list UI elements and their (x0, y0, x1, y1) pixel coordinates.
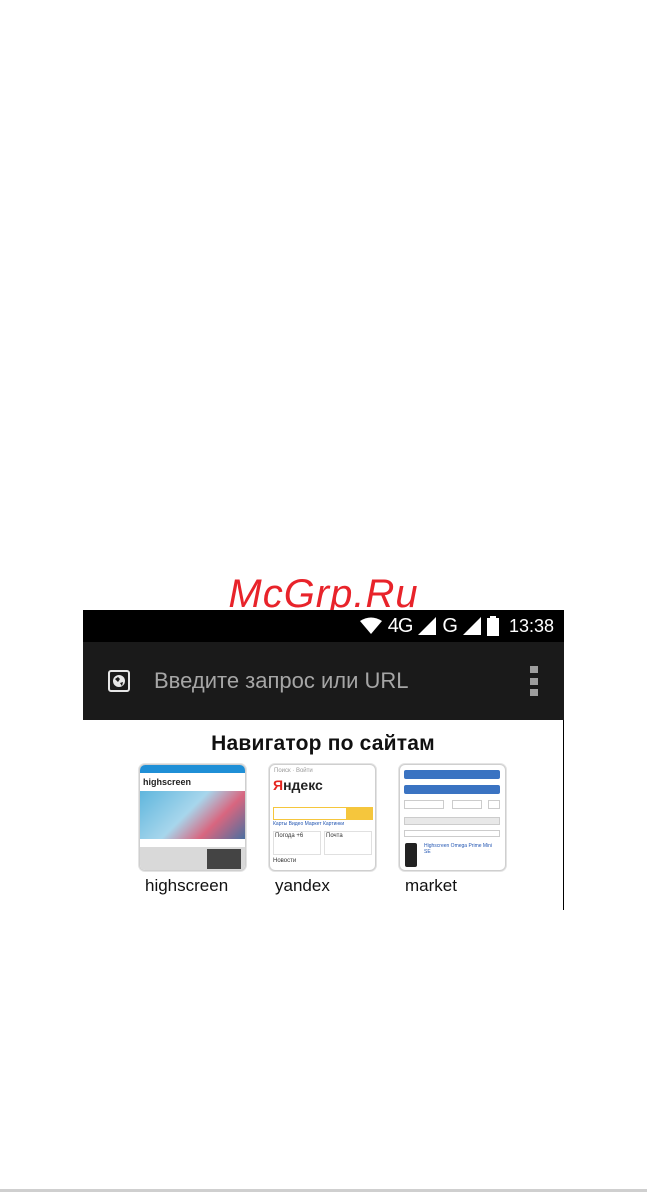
site-tiles: highscreen highscreen Поиск · Войти Янде… (139, 764, 529, 896)
battery-icon (486, 616, 499, 636)
thumbnail-logo: highscreen (143, 777, 192, 787)
thumbnail-news: Новости (273, 858, 297, 864)
signal-icon (418, 617, 437, 635)
navigator-panel: Навигатор по сайтам highscreen highscree… (83, 720, 564, 910)
site-tile-market[interactable]: Highscreen Omega Prime Mini SE market (399, 764, 506, 896)
page: McGrp.Ru 4G G 13:38 Введите запрос или U… (0, 0, 647, 1192)
overflow-menu-icon[interactable] (530, 666, 538, 696)
site-thumbnail[interactable]: Поиск · Войти Яндекс Карты Видео Маркет … (269, 764, 376, 871)
site-label[interactable]: market (405, 876, 506, 896)
status-bar: 4G G 13:38 (83, 610, 564, 642)
phone-image (405, 843, 417, 867)
thumbnail-weather: Погода +6 (273, 831, 321, 855)
phone-screen: 4G G 13:38 Введите запрос или URL Навига… (83, 610, 564, 910)
site-tile-yandex[interactable]: Поиск · Войти Яндекс Карты Видео Маркет … (269, 764, 376, 896)
thumbnail-mail: Почта (324, 831, 372, 855)
site-thumbnail[interactable]: highscreen (139, 764, 246, 871)
site-tile-highscreen[interactable]: highscreen highscreen (139, 764, 246, 896)
thumbnail-links: Карты Видео Маркет Картинки (273, 821, 345, 827)
signal-icon (462, 617, 481, 635)
site-label[interactable]: yandex (275, 876, 376, 896)
thumbnail-header: Поиск · Войти (274, 768, 313, 774)
site-label[interactable]: highscreen (145, 876, 246, 896)
network-g-label: G (442, 614, 458, 637)
url-input[interactable] (152, 667, 496, 695)
site-thumbnail[interactable]: Highscreen Omega Prime Mini SE (399, 764, 506, 871)
wifi-icon (359, 617, 382, 635)
globe-icon[interactable] (108, 670, 130, 692)
navigator-title: Навигатор по сайтам (211, 732, 435, 755)
browser-toolbar (83, 642, 564, 720)
thumbnail-logo: Яндекс (273, 777, 323, 793)
thumbnail-product: Highscreen Omega Prime Mini SE (424, 843, 493, 855)
network-4g-label: 4G (387, 614, 414, 637)
clock: 13:38 (508, 615, 554, 636)
